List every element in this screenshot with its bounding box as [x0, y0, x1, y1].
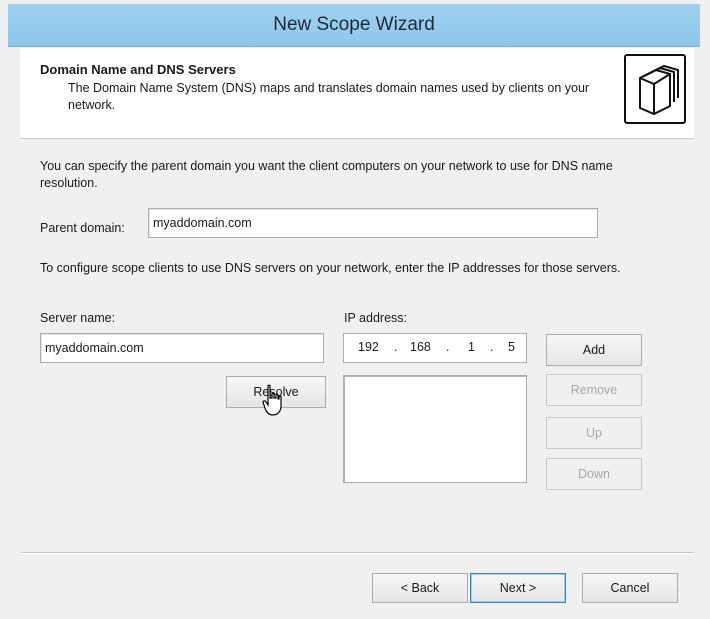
ip-octet-1: 192	[358, 340, 379, 354]
intro-text: You can specify the parent domain you wa…	[40, 159, 613, 190]
down-button[interactable]: Down	[546, 458, 642, 490]
parent-domain-input[interactable]	[148, 208, 598, 238]
ip-octet-3: 1	[468, 340, 475, 354]
mouse-pointer-icon	[262, 384, 284, 421]
ip-dot: .	[394, 340, 398, 354]
next-button[interactable]: Next >	[470, 573, 566, 603]
ip-address-input[interactable]: 192 . 168 . 1 . 5	[343, 333, 527, 363]
new-scope-wizard-window: New Scope Wizard Domain Name and DNS Ser…	[0, 0, 710, 619]
server-name-input[interactable]	[40, 333, 324, 363]
page-description: The Domain Name System (DNS) maps and tr…	[68, 81, 590, 112]
folders-icon	[624, 54, 686, 124]
servers-text: To configure scope clients to use DNS se…	[40, 261, 621, 275]
ip-octet-4: 5	[508, 340, 515, 354]
add-button[interactable]: Add	[546, 334, 642, 366]
ip-address-list[interactable]	[343, 375, 527, 483]
ip-octet-2: 168	[410, 340, 431, 354]
wizard-header: Domain Name and DNS Servers The Domain N…	[20, 48, 694, 139]
footer-divider-highlight	[20, 553, 694, 554]
parent-domain-label: Parent domain:	[40, 221, 125, 235]
cancel-button[interactable]: Cancel	[582, 573, 678, 603]
ip-address-label: IP address:	[344, 311, 408, 325]
title-bar: New Scope Wizard	[8, 4, 700, 47]
up-button[interactable]: Up	[546, 417, 642, 449]
back-button[interactable]: < Back	[372, 573, 468, 603]
remove-button[interactable]: Remove	[546, 374, 642, 406]
window-title: New Scope Wizard	[273, 14, 435, 35]
ip-dot: .	[490, 340, 494, 354]
ip-dot: .	[446, 340, 450, 354]
server-name-label: Server name:	[40, 311, 116, 325]
page-title: Domain Name and DNS Servers	[40, 62, 236, 77]
